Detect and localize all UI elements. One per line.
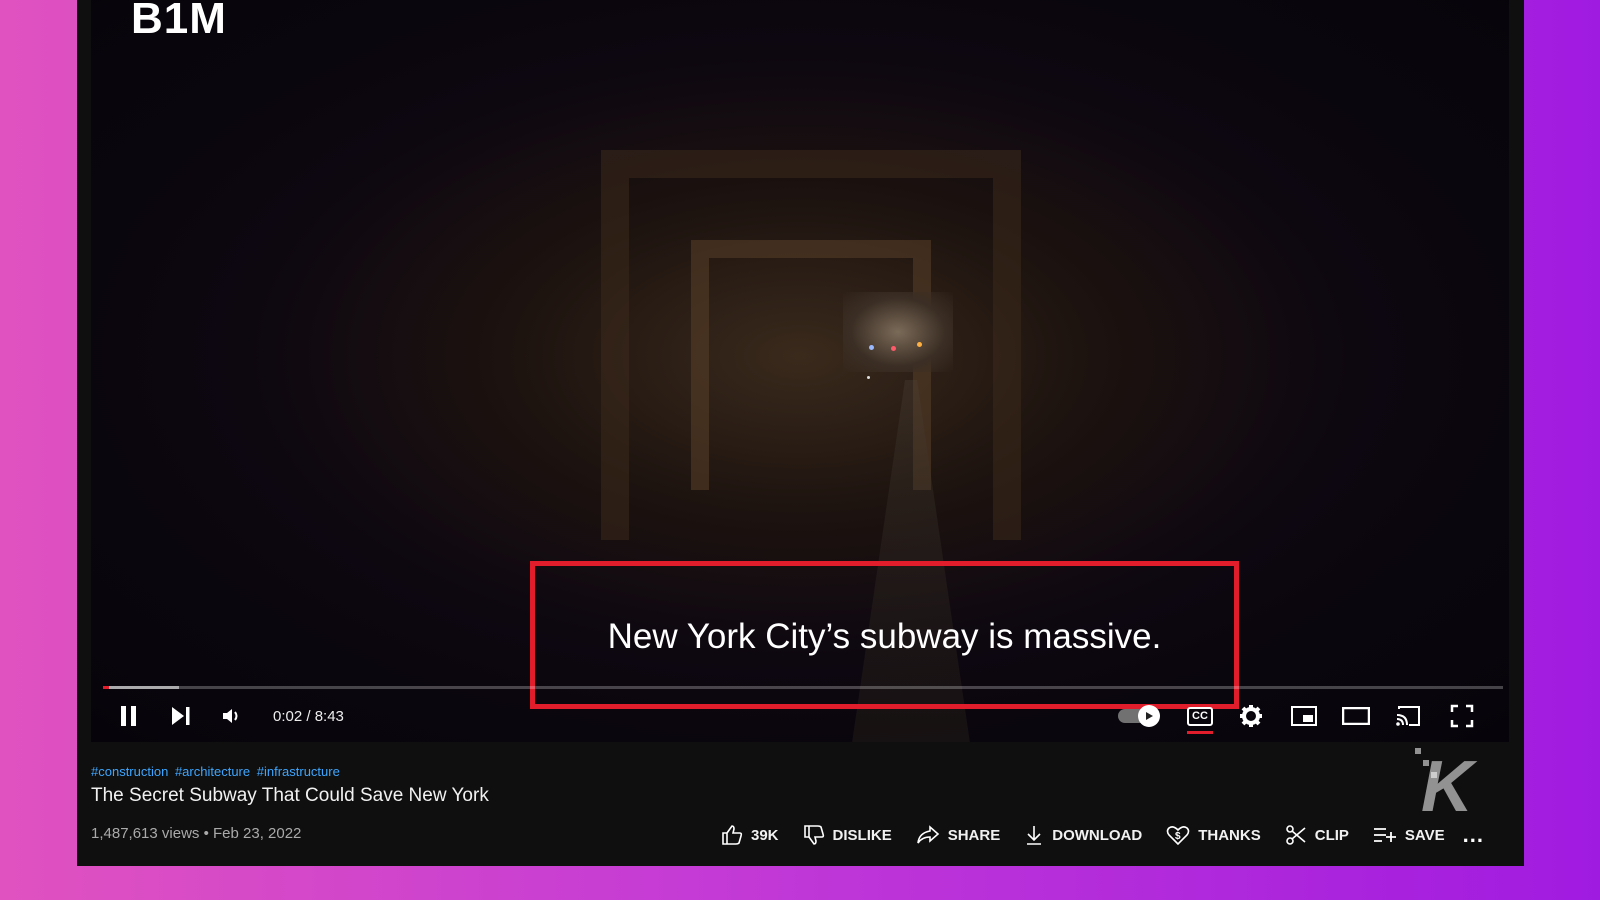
hashtag-link[interactable]: #construction xyxy=(91,764,168,779)
pause-icon xyxy=(121,706,136,726)
hashtag-link[interactable]: #infrastructure xyxy=(257,764,340,779)
like-count: 39K xyxy=(751,826,779,844)
autoplay-knob xyxy=(1138,705,1160,727)
playlist-add-icon xyxy=(1373,828,1396,842)
download-label: DOWNLOAD xyxy=(1052,826,1143,844)
captions-button[interactable]: CC xyxy=(1183,702,1217,734)
volume-icon xyxy=(223,709,238,723)
share-button[interactable]: SHARE xyxy=(916,825,1001,845)
video-meta: 1,487,613 views • Feb 23, 2022 xyxy=(91,825,302,842)
dislike-button[interactable]: DISLIKE xyxy=(803,824,892,846)
volume-button[interactable] xyxy=(217,702,247,730)
miniplayer-icon xyxy=(1291,706,1317,726)
more-actions-button[interactable]: ... xyxy=(1463,822,1484,848)
video-title: The Secret Subway That Could Save New Yo… xyxy=(91,785,489,806)
share-icon xyxy=(916,825,939,844)
skip-next-icon xyxy=(172,707,190,725)
cast-button[interactable] xyxy=(1393,702,1423,730)
knowtechie-watermark-logo: K xyxy=(1421,747,1473,827)
tunnel-light xyxy=(917,342,922,347)
download-button[interactable]: DOWNLOAD xyxy=(1024,824,1142,846)
video-info: #construction #architecture #infrastruct… xyxy=(91,747,1511,862)
youtube-window: B1M New York City’s subway is massive. 0… xyxy=(77,0,1524,866)
pause-button[interactable] xyxy=(115,702,143,730)
clip-button[interactable]: CLIP xyxy=(1285,824,1349,846)
scissors-icon xyxy=(1285,825,1306,845)
cast-icon xyxy=(1396,706,1420,726)
thanks-button[interactable]: $ THANKS xyxy=(1166,824,1261,846)
settings-button[interactable] xyxy=(1236,702,1266,730)
cc-active-indicator xyxy=(1187,730,1213,734)
channel-logo: B1M xyxy=(131,0,227,43)
video-player[interactable]: B1M New York City’s subway is massive. 0… xyxy=(91,0,1509,742)
share-label: SHARE xyxy=(947,826,1001,844)
thumbs-down-icon xyxy=(803,825,824,845)
svg-text:$: $ xyxy=(1175,831,1181,842)
thanks-label: THANKS xyxy=(1198,826,1261,844)
download-icon xyxy=(1027,826,1042,845)
theater-mode-button[interactable] xyxy=(1340,702,1372,730)
player-controls: 0:02 / 8:43 CC xyxy=(91,696,1509,736)
theater-mode-icon xyxy=(1342,707,1370,725)
progress-buffer xyxy=(108,686,179,689)
autoplay-toggle[interactable] xyxy=(1115,702,1160,730)
thumbs-up-icon xyxy=(722,825,743,845)
progress-bar[interactable] xyxy=(103,686,1503,689)
time-display: 0:02 / 8:43 xyxy=(273,707,344,725)
hashtag-list: #construction #architecture #infrastruct… xyxy=(91,764,343,779)
dislike-label: DISLIKE xyxy=(832,826,892,844)
play-icon xyxy=(1146,712,1153,720)
save-button[interactable]: SAVE xyxy=(1373,826,1445,844)
save-label: SAVE xyxy=(1404,826,1445,844)
gear-icon xyxy=(1240,705,1262,727)
tunnel-light xyxy=(869,345,874,350)
clip-label: CLIP xyxy=(1314,826,1349,844)
progress-played xyxy=(103,686,109,689)
next-button[interactable] xyxy=(167,702,195,730)
view-count: 1,487,613 views xyxy=(91,825,200,842)
cc-icon: CC xyxy=(1187,706,1213,726)
autoplay-track xyxy=(1118,705,1160,727)
tunnel-light xyxy=(867,376,870,379)
miniplayer-button[interactable] xyxy=(1289,702,1319,730)
like-button[interactable]: 39K xyxy=(721,824,779,846)
tunnel-light xyxy=(891,346,896,351)
caption-text: New York City’s subway is massive. xyxy=(607,617,1162,656)
super-thanks-icon: $ xyxy=(1166,826,1190,846)
hashtag-link[interactable]: #architecture xyxy=(175,764,250,779)
tunnel-end xyxy=(843,292,953,372)
publish-date: Feb 23, 2022 xyxy=(213,825,302,842)
fullscreen-button[interactable] xyxy=(1447,702,1477,730)
action-bar: 39K DISLIKE SHARE DOWNLOAD $ THANKS CLIP xyxy=(721,820,1484,850)
fullscreen-icon xyxy=(1450,704,1474,728)
